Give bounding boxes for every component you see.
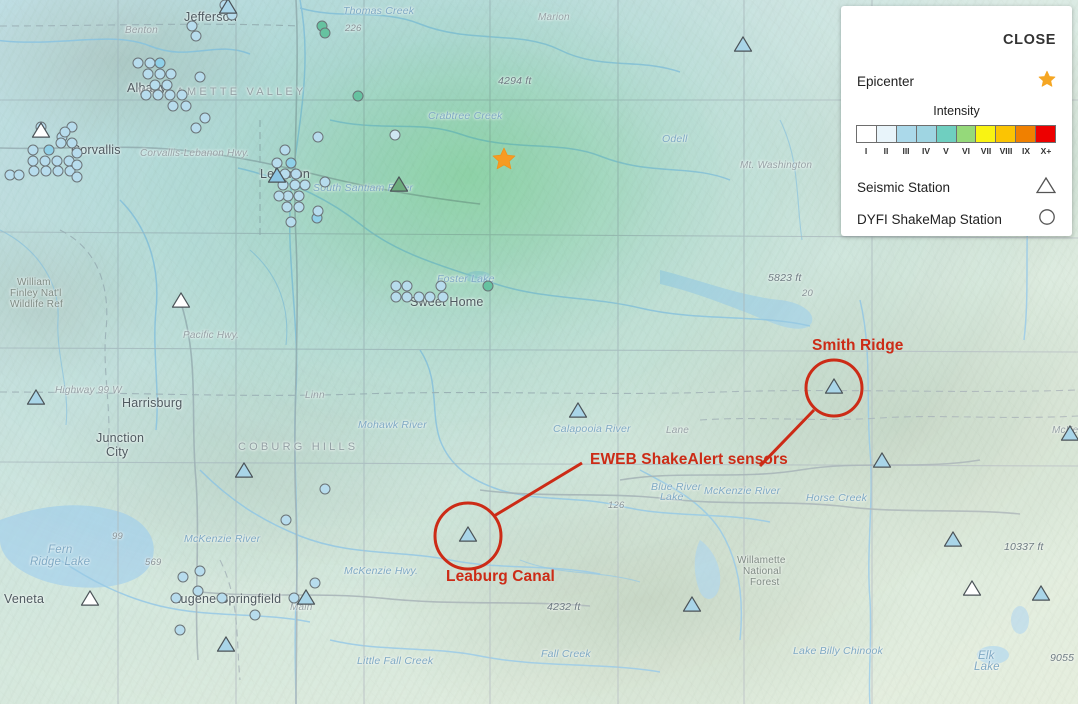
dyfi-station-marker[interactable] xyxy=(194,565,206,577)
dyfi-station-marker[interactable] xyxy=(190,30,202,42)
dyfi-station-marker[interactable] xyxy=(142,68,154,80)
dyfi-station-marker[interactable] xyxy=(52,165,64,177)
dyfi-station-marker[interactable] xyxy=(154,68,166,80)
dyfi-station-marker[interactable] xyxy=(177,571,189,583)
dyfi-station-marker[interactable] xyxy=(170,592,182,604)
legend-row-dyfi-station: DYFI ShakeMap Station xyxy=(857,208,1056,231)
dyfi-station-marker[interactable] xyxy=(180,100,192,112)
epicenter-marker[interactable] xyxy=(492,147,528,188)
intensity-tick-IX: IX xyxy=(1021,146,1031,156)
dyfi-station-marker[interactable] xyxy=(279,144,291,156)
dyfi-station-marker[interactable] xyxy=(390,291,402,303)
intensity-color-ramp xyxy=(856,125,1056,143)
dyfi-station-marker[interactable] xyxy=(40,165,52,177)
dyfi-station-marker[interactable] xyxy=(28,165,40,177)
dyfi-station-marker[interactable] xyxy=(55,137,67,149)
dyfi-station-marker[interactable] xyxy=(401,291,413,303)
triangle-outline-icon xyxy=(1035,176,1057,199)
star-icon xyxy=(1038,70,1056,93)
dyfi-station-marker[interactable] xyxy=(43,144,55,156)
intensity-swatch-VIII xyxy=(996,126,1017,142)
dyfi-station-marker[interactable] xyxy=(132,57,144,69)
dyfi-station-marker[interactable] xyxy=(390,280,402,292)
legend-epicenter-label: Epicenter xyxy=(857,74,915,89)
dyfi-station-marker[interactable] xyxy=(273,190,285,202)
legend-row-epicenter: Epicenter xyxy=(857,70,1056,93)
intensity-tick-labels: I II III IV V VI VII VIII IX X+ xyxy=(856,146,1056,156)
intensity-tick-X+: X+ xyxy=(1040,146,1052,156)
dyfi-station-marker[interactable] xyxy=(216,592,228,604)
dyfi-station-marker[interactable] xyxy=(319,483,331,495)
dyfi-station-marker[interactable] xyxy=(249,609,261,621)
dyfi-station-marker[interactable] xyxy=(165,68,177,80)
intensity-tick-III: III xyxy=(902,146,910,156)
dyfi-station-marker[interactable] xyxy=(290,168,302,180)
dyfi-station-marker[interactable] xyxy=(199,112,211,124)
dyfi-station-marker[interactable] xyxy=(482,280,494,292)
dyfi-station-marker[interactable] xyxy=(280,514,292,526)
dyfi-station-marker[interactable] xyxy=(190,122,202,134)
legend-intensity-title: Intensity xyxy=(933,104,980,118)
intensity-swatch-IX xyxy=(1016,126,1037,142)
dyfi-station-marker[interactable] xyxy=(285,216,297,228)
dyfi-station-marker[interactable] xyxy=(285,157,297,169)
dyfi-station-marker[interactable] xyxy=(192,585,204,597)
shakemap-viewer: JeffersonAlbanyCorvallisLebanonSweet Hom… xyxy=(0,0,1078,704)
dyfi-station-marker[interactable] xyxy=(312,205,324,217)
dyfi-station-marker[interactable] xyxy=(71,171,83,183)
dyfi-station-marker[interactable] xyxy=(293,190,305,202)
legend-seismic-station-label: Seismic Station xyxy=(857,180,951,195)
legend-panel[interactable]: CLOSE Epicenter Intensity I II III IV V VI VII… xyxy=(841,6,1072,236)
dyfi-station-marker[interactable] xyxy=(281,201,293,213)
dyfi-station-marker[interactable] xyxy=(319,176,331,188)
intensity-tick-IV: IV xyxy=(921,146,931,156)
dyfi-station-marker[interactable] xyxy=(299,179,311,191)
dyfi-station-marker[interactable] xyxy=(389,129,401,141)
dyfi-station-marker[interactable] xyxy=(152,89,164,101)
dyfi-station-marker[interactable] xyxy=(71,159,83,171)
dyfi-station-marker[interactable] xyxy=(59,126,71,138)
dyfi-station-marker[interactable] xyxy=(424,291,436,303)
intensity-tick-VIII: VIII xyxy=(999,146,1013,156)
intensity-swatch-V xyxy=(936,126,957,142)
intensity-swatch-III xyxy=(896,126,917,142)
dyfi-station-marker[interactable] xyxy=(13,169,25,181)
legend-dyfi-station-label: DYFI ShakeMap Station xyxy=(857,212,1002,227)
intensity-tick-I: I xyxy=(864,146,868,156)
dyfi-station-marker[interactable] xyxy=(194,71,206,83)
dyfi-station-marker[interactable] xyxy=(309,577,321,589)
dyfi-station-marker[interactable] xyxy=(71,147,83,159)
dyfi-station-marker[interactable] xyxy=(312,131,324,143)
dyfi-station-marker[interactable] xyxy=(140,89,152,101)
intensity-swatch-IV xyxy=(916,126,937,142)
dyfi-station-marker[interactable] xyxy=(352,90,364,102)
intensity-swatch-I xyxy=(857,126,877,142)
dyfi-station-marker[interactable] xyxy=(437,291,449,303)
dyfi-station-marker[interactable] xyxy=(164,89,176,101)
intensity-tick-V: V xyxy=(943,146,949,156)
intensity-swatch-VII xyxy=(976,126,997,142)
intensity-swatch-VI xyxy=(956,126,977,142)
dyfi-station-marker[interactable] xyxy=(27,144,39,156)
dyfi-station-marker[interactable] xyxy=(293,201,305,213)
dyfi-station-marker[interactable] xyxy=(174,624,186,636)
dyfi-station-marker[interactable] xyxy=(401,280,413,292)
dyfi-station-marker[interactable] xyxy=(413,291,425,303)
dyfi-station-marker[interactable] xyxy=(319,27,331,39)
dyfi-station-marker[interactable] xyxy=(176,89,188,101)
intensity-tick-VII: VII xyxy=(980,146,992,156)
circle-outline-icon xyxy=(1038,208,1056,231)
dyfi-station-marker[interactable] xyxy=(435,280,447,292)
dyfi-station-marker[interactable] xyxy=(154,57,166,69)
intensity-swatch-X+ xyxy=(1036,126,1056,142)
intensity-tick-II: II xyxy=(883,146,889,156)
legend-row-seismic-station: Seismic Station xyxy=(857,176,1057,199)
intensity-swatch-II xyxy=(876,126,897,142)
legend-close-button[interactable]: CLOSE xyxy=(1003,32,1056,48)
dyfi-station-marker[interactable] xyxy=(167,100,179,112)
intensity-tick-VI: VI xyxy=(961,146,971,156)
